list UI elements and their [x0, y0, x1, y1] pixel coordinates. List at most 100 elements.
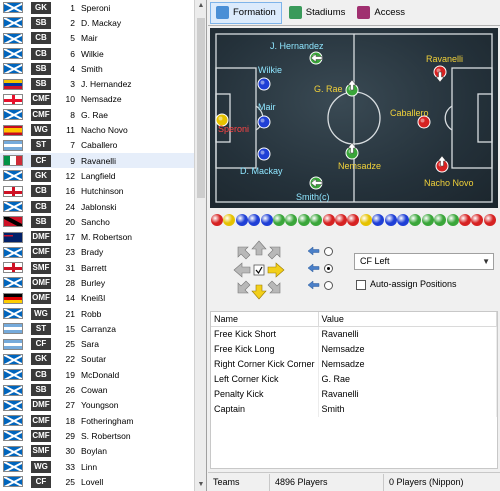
roster-row[interactable]: SB 3 J. Hernandez: [0, 76, 206, 91]
roster-row[interactable]: WG 11 Nacho Novo: [0, 122, 206, 137]
formation-color-ball[interactable]: [459, 214, 471, 226]
formation-color-strip[interactable]: [210, 213, 498, 229]
roster-row[interactable]: SB 4 Smith: [0, 61, 206, 76]
formation-color-ball[interactable]: [335, 214, 347, 226]
roster-row[interactable]: CB 5 Mair: [0, 31, 206, 46]
auto-assign-checkbox[interactable]: [356, 280, 366, 290]
direction-arrow-pad[interactable]: [214, 237, 304, 303]
roster-row[interactable]: CB 6 Wilkie: [0, 46, 206, 61]
pitch-player-marker[interactable]: Speroni: [215, 113, 249, 134]
move-option-radio-3[interactable]: [324, 281, 333, 290]
formation-color-ball[interactable]: [223, 214, 236, 226]
column-header-name[interactable]: Name: [211, 312, 319, 327]
roster-row[interactable]: WG 21 Robb: [0, 306, 206, 321]
formation-color-ball[interactable]: [409, 214, 422, 226]
formation-color-ball[interactable]: [397, 214, 409, 226]
formation-color-ball[interactable]: [322, 214, 335, 226]
set-piece-value-cell[interactable]: Smith: [318, 401, 498, 417]
tab-stadiums[interactable]: Stadiums: [284, 2, 351, 24]
formation-color-ball[interactable]: [235, 214, 248, 226]
roster-row[interactable]: CMF 8 G. Rae: [0, 107, 206, 122]
formation-color-ball[interactable]: [446, 214, 459, 226]
roster-scrollbar[interactable]: ▲ ▼: [194, 0, 206, 491]
auto-assign-label[interactable]: Auto-assign Positions: [370, 279, 457, 289]
roster-row[interactable]: OMF 14 Kneißl: [0, 291, 206, 306]
roster-row[interactable]: CB 24 Jablonski: [0, 199, 206, 214]
pitch-player-marker[interactable]: Smith(c): [296, 176, 330, 202]
roster-row[interactable]: ST 7 Caballero: [0, 138, 206, 153]
move-up-left-icon[interactable]: [237, 246, 251, 260]
roster-row[interactable]: SB 2 D. Mackay: [0, 15, 206, 30]
roster-row[interactable]: SMF 31 Barrett: [0, 260, 206, 275]
formation-color-ball[interactable]: [384, 214, 397, 226]
scroll-thumb[interactable]: [197, 18, 205, 198]
formation-color-ball[interactable]: [248, 214, 261, 226]
roster-row[interactable]: DMF 27 Youngson: [0, 398, 206, 413]
player-roster-list[interactable]: GK 1 Speroni SB 2 D. Mackay CB 5 Mair CB 6 Wilkie SB…: [0, 0, 207, 491]
tab-formation[interactable]: Formation: [210, 1, 282, 24]
roster-row[interactable]: SB 20 Sancho: [0, 214, 206, 229]
roster-row[interactable]: ST 15 Carranza: [0, 321, 206, 336]
roster-row[interactable]: CMF 23 Brady: [0, 245, 206, 260]
table-row[interactable]: Penalty Kick Ravanelli: [211, 386, 498, 402]
chevron-down-icon[interactable]: ▼: [482, 254, 490, 269]
set-piece-value-cell[interactable]: G. Rae: [318, 371, 498, 387]
formation-color-ball[interactable]: [347, 214, 360, 226]
move-right-icon[interactable]: [267, 262, 285, 278]
roster-row[interactable]: DMF 17 M. Robertson: [0, 229, 206, 244]
formation-color-ball[interactable]: [260, 214, 273, 226]
roster-row[interactable]: GK 12 Langfield: [0, 168, 206, 183]
pitch-player-marker[interactable]: G. Rae: [314, 79, 359, 97]
formation-color-ball[interactable]: [434, 214, 447, 226]
table-row[interactable]: Left Corner Kick G. Rae: [211, 371, 498, 387]
pitch-player-marker[interactable]: J. Hernandez: [270, 41, 324, 65]
set-piece-value-cell[interactable]: Nemsadze: [318, 341, 498, 357]
table-row[interactable]: Free Kick Short Ravanelli: [211, 326, 498, 342]
formation-color-ball[interactable]: [285, 214, 298, 226]
formation-color-ball[interactable]: [297, 214, 310, 226]
pitch-player-marker[interactable]: D. Mackay: [240, 147, 283, 176]
formation-color-ball[interactable]: [421, 214, 434, 226]
move-up-icon[interactable]: [251, 240, 267, 256]
table-row[interactable]: Captain Smith: [211, 401, 498, 417]
table-row[interactable]: Free Kick Long Nemsadze: [211, 341, 498, 357]
formation-color-ball[interactable]: [372, 214, 385, 226]
roster-row[interactable]: GK 1 Speroni: [0, 0, 206, 15]
table-row[interactable]: Right Corner Kick Corner Nemsadze: [211, 356, 498, 372]
tab-access[interactable]: Access: [352, 2, 410, 24]
formation-color-ball[interactable]: [483, 214, 496, 226]
formation-color-ball[interactable]: [310, 214, 323, 226]
column-header-value[interactable]: Value: [318, 312, 498, 327]
formation-color-ball[interactable]: [471, 214, 484, 226]
pitch-player-marker[interactable]: Caballero: [390, 108, 431, 129]
roster-row[interactable]: CF 25 Sara: [0, 337, 206, 352]
move-left-icon[interactable]: [233, 262, 251, 278]
move-option-radio-2[interactable]: [324, 264, 333, 273]
roster-row[interactable]: CB 16 Hutchinson: [0, 184, 206, 199]
formation-pitch[interactable]: J. Hernandez Wilkie G. Rae Mair Speroni Nemsa…: [210, 28, 498, 208]
pitch-player-marker[interactable]: Mair: [257, 102, 276, 129]
roster-row[interactable]: SB 26 Cowan: [0, 382, 206, 397]
roster-row[interactable]: CMF 29 S. Robertson: [0, 428, 206, 443]
move-down-left-icon[interactable]: [237, 280, 251, 294]
move-up-right-icon[interactable]: [267, 246, 281, 260]
roster-row[interactable]: CF 25 Lovell: [0, 474, 206, 489]
move-down-right-icon[interactable]: [267, 280, 281, 294]
formation-color-ball[interactable]: [359, 214, 372, 226]
roster-row[interactable]: GK 22 Soutar: [0, 352, 206, 367]
formation-color-ball[interactable]: [273, 214, 285, 226]
roster-row[interactable]: CMF 10 Nemsadze: [0, 92, 206, 107]
roster-row[interactable]: SMF 30 Boylan: [0, 444, 206, 459]
move-down-icon[interactable]: [251, 284, 267, 300]
roster-row[interactable]: OMF 28 Burley: [0, 275, 206, 290]
pitch-player-marker[interactable]: Nacho Novo: [424, 155, 474, 188]
set-piece-value-cell[interactable]: Ravanelli: [318, 326, 498, 342]
formation-color-ball[interactable]: [211, 214, 223, 226]
position-select[interactable]: CF Left ▼: [354, 253, 494, 270]
center-checkbox[interactable]: [253, 264, 265, 276]
roster-row[interactable]: WG 33 Linn: [0, 459, 206, 474]
scroll-down-icon[interactable]: ▼: [195, 479, 206, 491]
roster-row[interactable]: CMF 18 Fotheringham: [0, 413, 206, 428]
set-piece-value-cell[interactable]: Nemsadze: [318, 356, 498, 372]
pitch-player-marker[interactable]: Nemsadze: [338, 142, 381, 171]
